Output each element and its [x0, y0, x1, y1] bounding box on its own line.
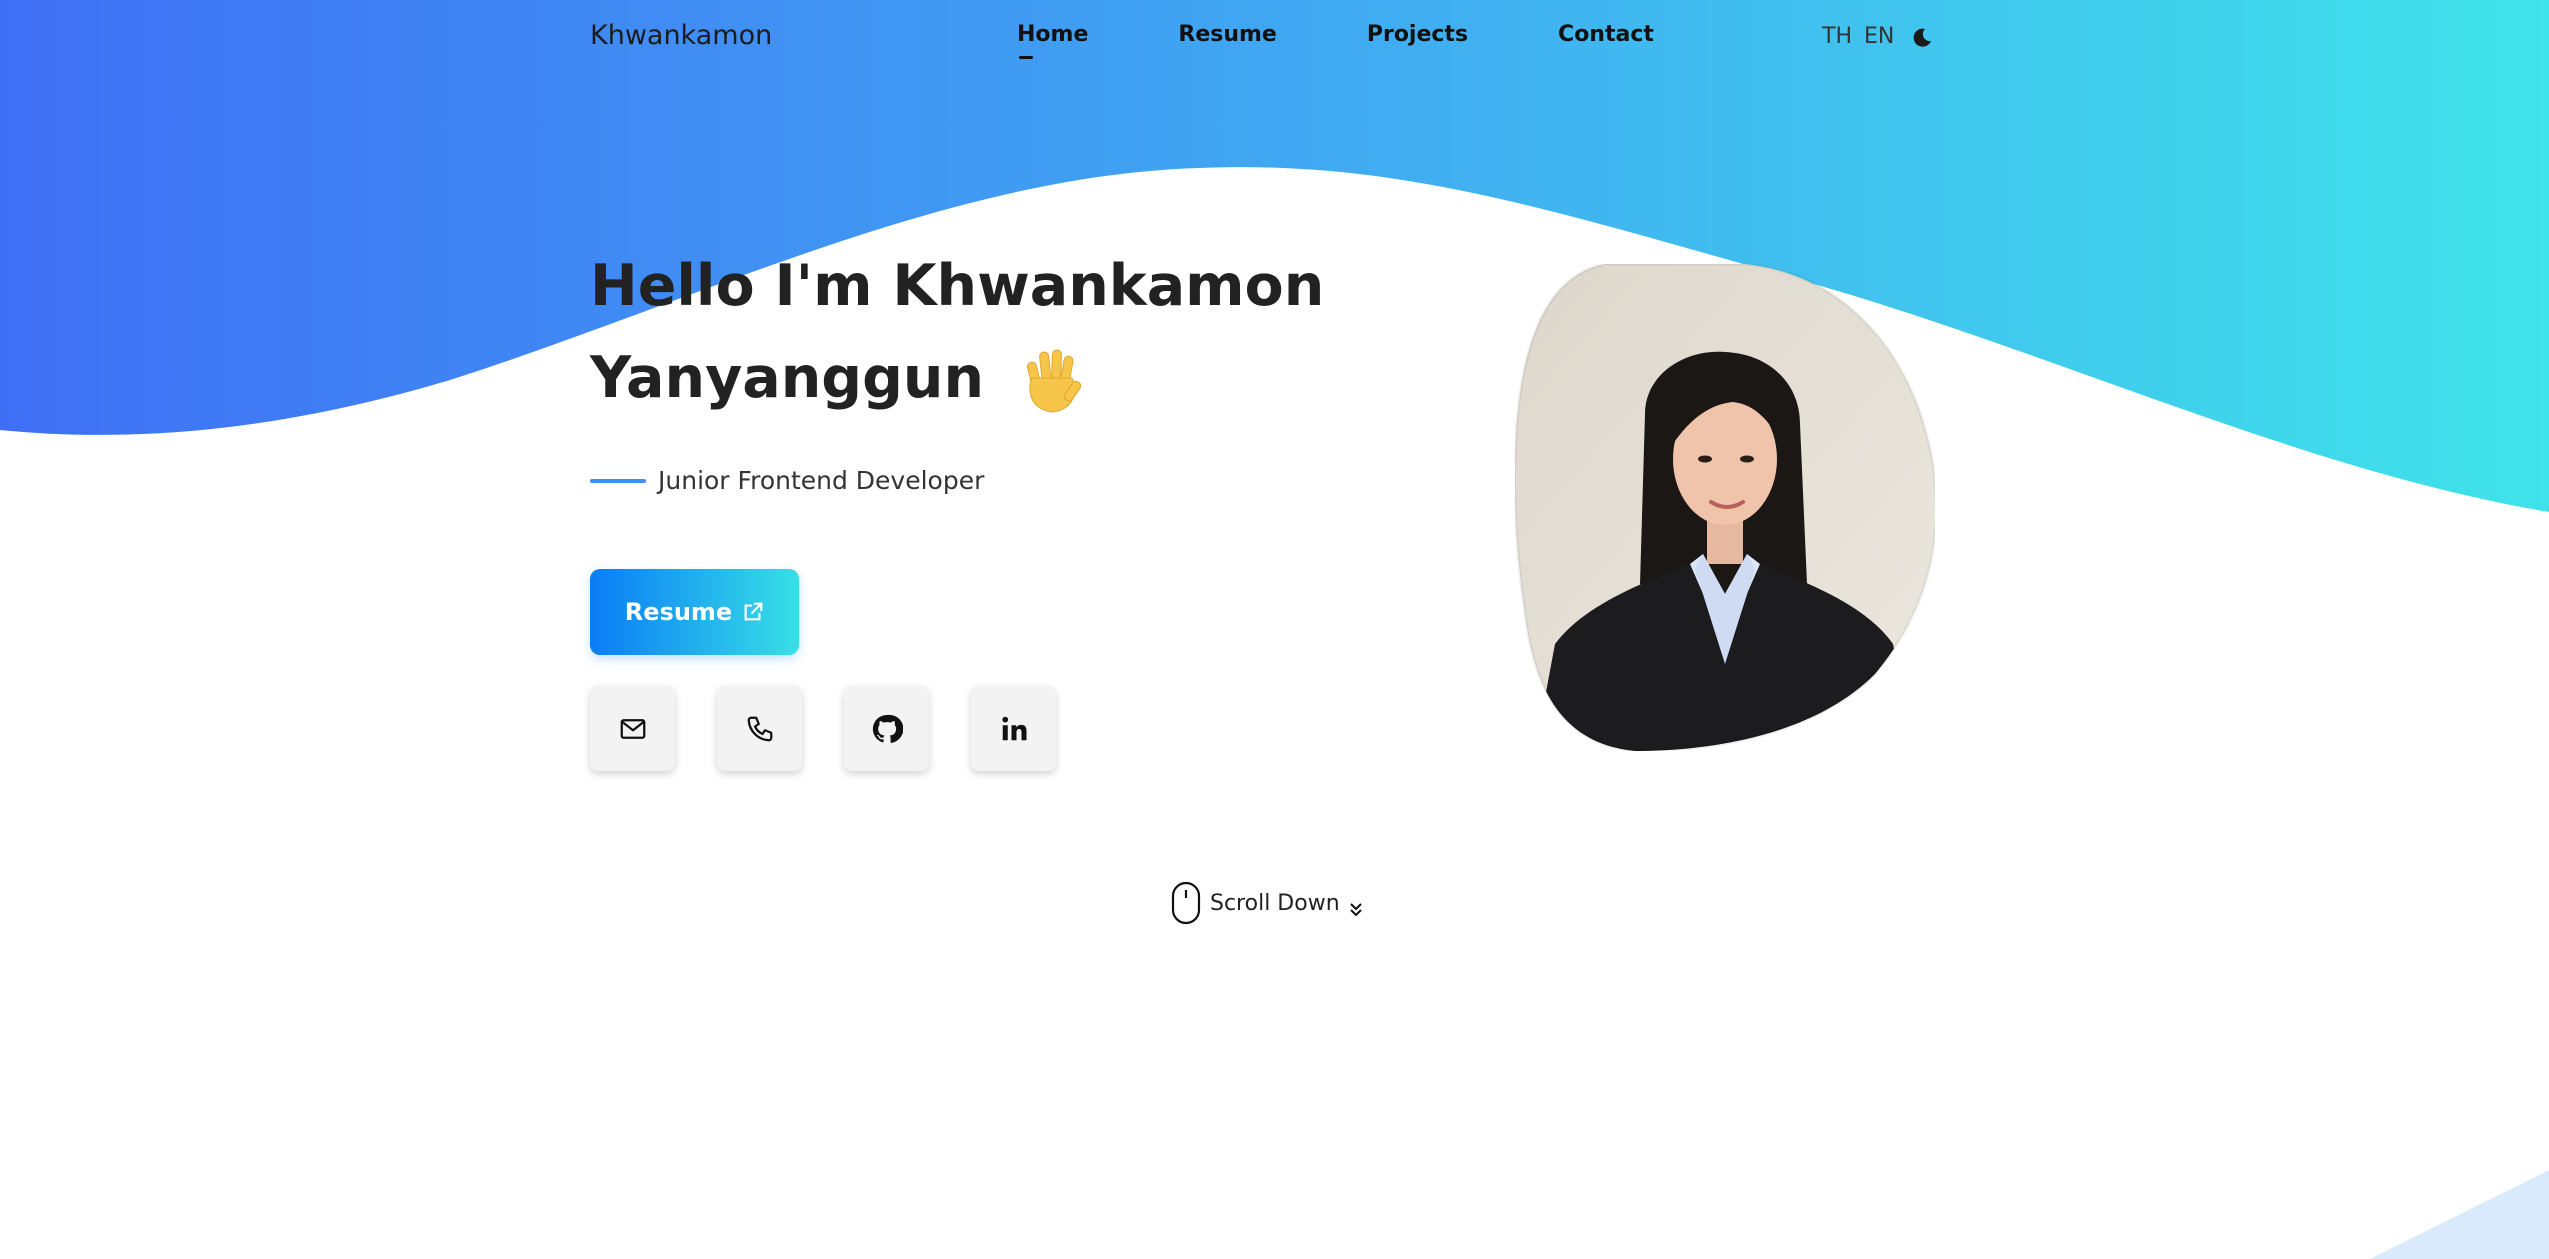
mouse-icon — [1171, 881, 1201, 925]
waving-hand-icon — [1026, 349, 1082, 413]
linkedin-icon — [1001, 716, 1026, 740]
github-icon — [872, 714, 903, 743]
hero-background-wave — [0, 0, 2549, 1259]
brand-logo[interactable]: Khwankamon — [590, 20, 772, 51]
external-link-icon — [744, 602, 763, 621]
profile-photo — [1515, 264, 1935, 751]
scroll-down[interactable]: Scroll Down — [1170, 880, 1364, 926]
nav-resume[interactable]: Resume — [1178, 22, 1276, 47]
moon-icon[interactable] — [1910, 26, 1934, 50]
scroll-down-label: Scroll Down — [1210, 890, 1340, 916]
resume-button[interactable]: Resume — [590, 569, 799, 655]
greeting-line-1: Hello I'm Khwankamon — [590, 253, 1325, 319]
lang-th[interactable]: TH — [1822, 24, 1852, 49]
site-header: Khwankamon Home Resume Projects Contact … — [0, 0, 2549, 80]
social-links — [590, 686, 1056, 771]
role-row: Junior Frontend Developer — [590, 466, 984, 495]
nav-contact[interactable]: Contact — [1558, 22, 1654, 47]
lang-en[interactable]: EN — [1864, 24, 1894, 49]
chevrons-down-icon — [1349, 903, 1362, 917]
github-button[interactable] — [844, 686, 929, 771]
language-switcher: TH EN — [1822, 24, 1894, 49]
nav-home[interactable]: Home — [1017, 22, 1088, 59]
greeting-line-2: Yanyanggun — [590, 345, 985, 411]
resume-button-label: Resume — [624, 598, 733, 626]
linkedin-button[interactable] — [971, 686, 1056, 771]
role-accent-line — [590, 478, 646, 483]
phone-button[interactable] — [717, 686, 802, 771]
role-text: Junior Frontend Developer — [658, 466, 985, 495]
mail-icon — [620, 718, 645, 739]
email-button[interactable] — [590, 686, 675, 771]
phone-icon — [747, 716, 772, 741]
nav-projects[interactable]: Projects — [1367, 22, 1468, 47]
main-nav: Home Resume Projects Contact — [1017, 22, 1744, 59]
hero-title: Hello I'm Khwankamon Yanyanggun — [590, 240, 1350, 424]
hero-section: Hello I'm Khwankamon Yanyanggun — [590, 240, 1350, 424]
